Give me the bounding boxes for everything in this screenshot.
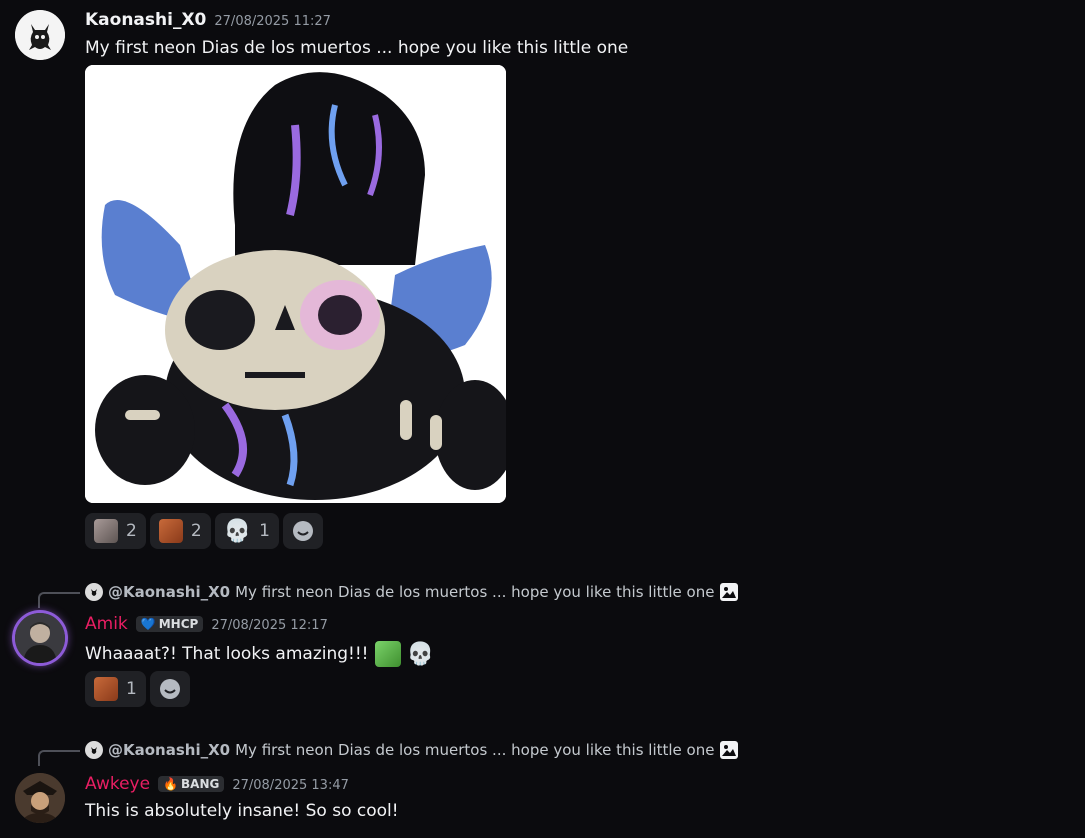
message-kaonashi: Kaonashi_X0 27/08/2025 11:27 My first ne…	[0, 0, 1085, 560]
fox-heart-emoji-icon	[158, 519, 183, 543]
reaction-count: 1	[126, 679, 137, 699]
timestamp: 27/08/2025 12:17	[211, 618, 328, 633]
reaction-fox-heart[interactable]: 1	[85, 671, 146, 707]
person-avatar-icon	[15, 613, 65, 663]
reply-connector	[38, 750, 80, 766]
message-amik: @Kaonashi_X0 My first neon Dias de los m…	[0, 575, 1085, 715]
reply-preview[interactable]: @Kaonashi_X0 My first neon Dias de los m…	[85, 582, 739, 602]
smiley-icon	[159, 679, 180, 699]
message-text: My first neon Dias de los muertos ... ho…	[85, 38, 629, 58]
avatar-awkeye[interactable]	[15, 773, 65, 823]
message-body: Whaaaat?! That looks amazing!!! 💀	[85, 641, 434, 667]
fox-heart-emoji-icon	[94, 677, 118, 701]
reply-avatar	[85, 583, 103, 601]
add-reaction-button[interactable]	[282, 513, 323, 549]
reaction-fox-heart[interactable]: 2	[149, 513, 211, 549]
smiley-icon	[292, 521, 313, 541]
image-icon	[720, 583, 739, 601]
role-tag-label: MHCP	[158, 617, 199, 631]
timestamp: 27/08/2025 13:47	[232, 778, 349, 793]
reply-author[interactable]: @Kaonashi_X0	[108, 741, 230, 759]
avatar-kaonashi[interactable]	[15, 10, 65, 60]
skull-emoji-icon: 💀	[406, 641, 434, 667]
fire-icon: 🔥	[163, 777, 179, 791]
reply-text: My first neon Dias de los muertos ... ho…	[235, 583, 715, 601]
role-tag[interactable]: 🔥 BANG	[158, 776, 225, 792]
reply-text: My first neon Dias de los muertos ... ho…	[235, 741, 715, 759]
reply-preview[interactable]: @Kaonashi_X0 My first neon Dias de los m…	[85, 740, 739, 760]
message-text: This is absolutely insane! So so cool!	[85, 801, 399, 821]
message-awkeye: @Kaonashi_X0 My first neon Dias de los m…	[0, 733, 1085, 838]
reaction-skull[interactable]: 💀 1	[214, 513, 279, 549]
avatar-amik[interactable]	[15, 613, 65, 663]
demon-avatar-icon	[15, 10, 65, 60]
reaction-count: 2	[190, 521, 202, 541]
reaction-count: 2	[126, 521, 137, 541]
reaction-count: 1	[259, 521, 270, 541]
rat-emoji-icon	[94, 519, 118, 543]
image-attachment[interactable]	[85, 65, 506, 503]
reply-author[interactable]: @Kaonashi_X0	[108, 583, 230, 601]
author-name[interactable]: Kaonashi_X0	[85, 10, 206, 30]
author-name[interactable]: Amik	[85, 614, 128, 634]
reply-avatar	[85, 741, 103, 759]
message-text: Whaaaat?! That looks amazing!!!	[85, 644, 369, 664]
timestamp: 27/08/2025 11:27	[214, 14, 331, 29]
reaction-rat[interactable]: 2	[85, 513, 146, 549]
reply-connector	[38, 592, 80, 608]
role-tag[interactable]: 💙 MHCP	[135, 616, 204, 632]
role-tag-label: BANG	[181, 777, 220, 791]
person-avatar-icon	[15, 773, 65, 823]
author-name[interactable]: Awkeye	[85, 774, 150, 794]
skull-emoji-icon: 💀	[223, 518, 252, 544]
green-emoji-icon	[374, 641, 401, 667]
image-icon	[720, 741, 739, 759]
add-reaction-button[interactable]	[149, 671, 190, 707]
skull-creature-image	[85, 65, 506, 503]
heart-icon: 💙	[140, 617, 156, 631]
